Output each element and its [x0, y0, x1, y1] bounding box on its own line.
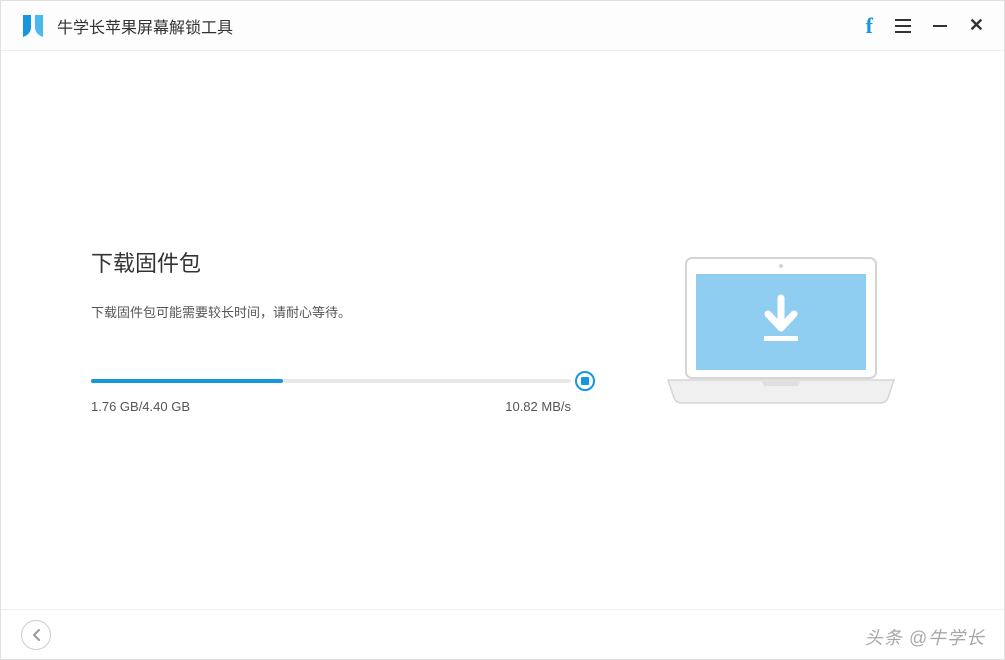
- main-content: 下载固件包 下载固件包可能需要较长时间，请耐心等待。 1.76 GB/4.40 …: [1, 51, 1004, 609]
- stop-icon: [581, 377, 589, 385]
- progress-info: 1.76 GB/4.40 GB 10.82 MB/s: [91, 399, 571, 414]
- footer: [1, 609, 1004, 659]
- minimize-button[interactable]: [933, 25, 947, 27]
- back-button[interactable]: [21, 620, 51, 650]
- laptop-download-icon: [656, 248, 906, 413]
- minimize-icon: [933, 25, 947, 27]
- download-speed-label: 10.82 MB/s: [505, 399, 571, 414]
- titlebar: 牛学长苹果屏幕解锁工具 f ✕: [1, 1, 1004, 51]
- close-button[interactable]: ✕: [969, 15, 984, 36]
- app-logo-icon: [21, 13, 45, 39]
- download-size-label: 1.76 GB/4.40 GB: [91, 399, 190, 414]
- progress-bar-container: [91, 379, 571, 383]
- titlebar-right: f ✕: [866, 13, 984, 39]
- progress-fill: [91, 379, 283, 383]
- progress-track: [91, 379, 571, 383]
- app-window: 牛学长苹果屏幕解锁工具 f ✕ 下载固件包 下载固件包可能需要较长时间，请耐心等…: [0, 0, 1005, 660]
- illustration-panel: [651, 248, 911, 413]
- hamburger-icon: [895, 19, 911, 33]
- section-title: 下载固件包: [91, 246, 571, 278]
- watermark-text: 头条 @牛学长: [865, 624, 985, 650]
- menu-button[interactable]: [895, 19, 911, 33]
- facebook-icon[interactable]: f: [866, 13, 873, 39]
- app-title: 牛学长苹果屏幕解锁工具: [57, 14, 233, 38]
- section-subtitle: 下载固件包可能需要较长时间，请耐心等待。: [91, 302, 571, 321]
- stop-button[interactable]: [575, 371, 595, 391]
- download-panel: 下载固件包 下载固件包可能需要较长时间，请耐心等待。 1.76 GB/4.40 …: [91, 246, 571, 414]
- chevron-left-icon: [31, 628, 41, 642]
- titlebar-left: 牛学长苹果屏幕解锁工具: [21, 13, 233, 39]
